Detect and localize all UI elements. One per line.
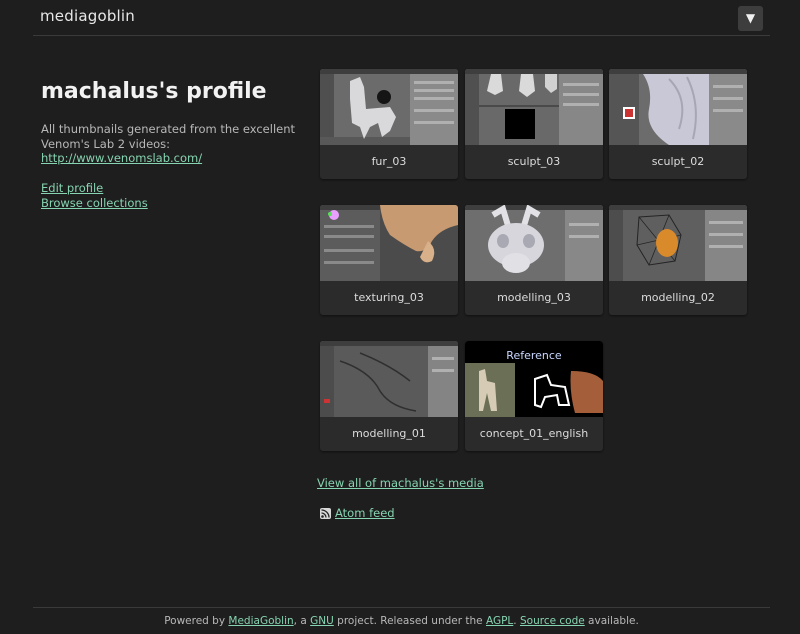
media-tile[interactable]: Reference concept_01_english bbox=[465, 341, 603, 451]
blender-screenshot-llama-fur bbox=[320, 69, 458, 145]
media-title: sculpt_03 bbox=[507, 155, 561, 168]
rss-feed-icon bbox=[320, 507, 331, 519]
media-title: modelling_03 bbox=[497, 291, 571, 304]
bio-website-link[interactable]: http://www.venomslab.com/ bbox=[41, 151, 202, 166]
edit-profile-link[interactable]: Edit profile bbox=[41, 181, 103, 196]
media-tile[interactable]: modelling_01 bbox=[320, 341, 458, 451]
blender-screenshot-head-model bbox=[465, 205, 603, 281]
media-tile[interactable]: sculpt_03 bbox=[465, 69, 603, 179]
source-code-link[interactable]: Source code bbox=[520, 615, 585, 627]
site-header: mediagoblin ▼ bbox=[33, 0, 770, 36]
media-tile[interactable]: modelling_02 bbox=[609, 205, 747, 315]
atom-feed-link[interactable]: Atom feed bbox=[335, 506, 395, 520]
gnu-link[interactable]: GNU bbox=[310, 615, 334, 627]
chevron-down-icon: ▼ bbox=[745, 11, 756, 25]
footer-text: project. Released under the bbox=[333, 615, 486, 627]
media-title: concept_01_english bbox=[479, 427, 589, 440]
media-tile[interactable]: fur_03 bbox=[320, 69, 458, 179]
media-title: sculpt_02 bbox=[651, 155, 705, 168]
header-dropdown-button[interactable]: ▼ bbox=[738, 6, 763, 31]
blender-screenshot-sculpt-body bbox=[609, 69, 747, 145]
atom-feed: Atom feed bbox=[320, 506, 395, 520]
bio-line-2: Venom's Lab 2 videos: bbox=[41, 136, 171, 151]
footer-text: Powered by bbox=[164, 615, 229, 627]
mediagoblin-link[interactable]: MediaGoblin bbox=[228, 615, 293, 627]
footer-text: , a bbox=[293, 615, 311, 627]
media-title: modelling_02 bbox=[641, 291, 715, 304]
footer-text: . bbox=[513, 615, 520, 627]
media-tile[interactable]: modelling_03 bbox=[465, 205, 603, 315]
media-title: modelling_01 bbox=[352, 427, 426, 440]
site-logo[interactable]: mediagoblin bbox=[40, 7, 135, 25]
agpl-link[interactable]: AGPL bbox=[486, 615, 513, 627]
bio-line-1: All thumbnails generated from the excell… bbox=[41, 122, 296, 136]
footer-text: available. bbox=[584, 615, 639, 627]
media-tile[interactable]: sculpt_02 bbox=[609, 69, 747, 179]
profile-actions: Edit profile Browse collections bbox=[41, 181, 301, 211]
browse-collections-link[interactable]: Browse collections bbox=[41, 196, 148, 211]
blender-screenshot-sculpt-feet bbox=[465, 69, 603, 145]
site-footer: Powered by MediaGoblin, a GNU project. R… bbox=[33, 607, 770, 634]
reference-concept-image: Reference bbox=[465, 341, 603, 417]
media-title: fur_03 bbox=[371, 155, 407, 168]
profile-sidebar: machalus's profile All thumbnails genera… bbox=[41, 78, 301, 211]
blender-screenshot-texturing bbox=[320, 205, 458, 281]
blender-screenshot-wireframe bbox=[609, 205, 747, 281]
page-title: machalus's profile bbox=[41, 79, 267, 104]
media-title: texturing_03 bbox=[354, 291, 424, 304]
profile-bio: All thumbnails generated from the excell… bbox=[41, 122, 301, 166]
view-all-media-link[interactable]: View all of machalus's media bbox=[317, 476, 484, 490]
media-tile[interactable]: texturing_03 bbox=[320, 205, 458, 315]
thumb-reference-caption: Reference bbox=[506, 349, 562, 362]
blender-screenshot-mesh bbox=[320, 341, 458, 417]
